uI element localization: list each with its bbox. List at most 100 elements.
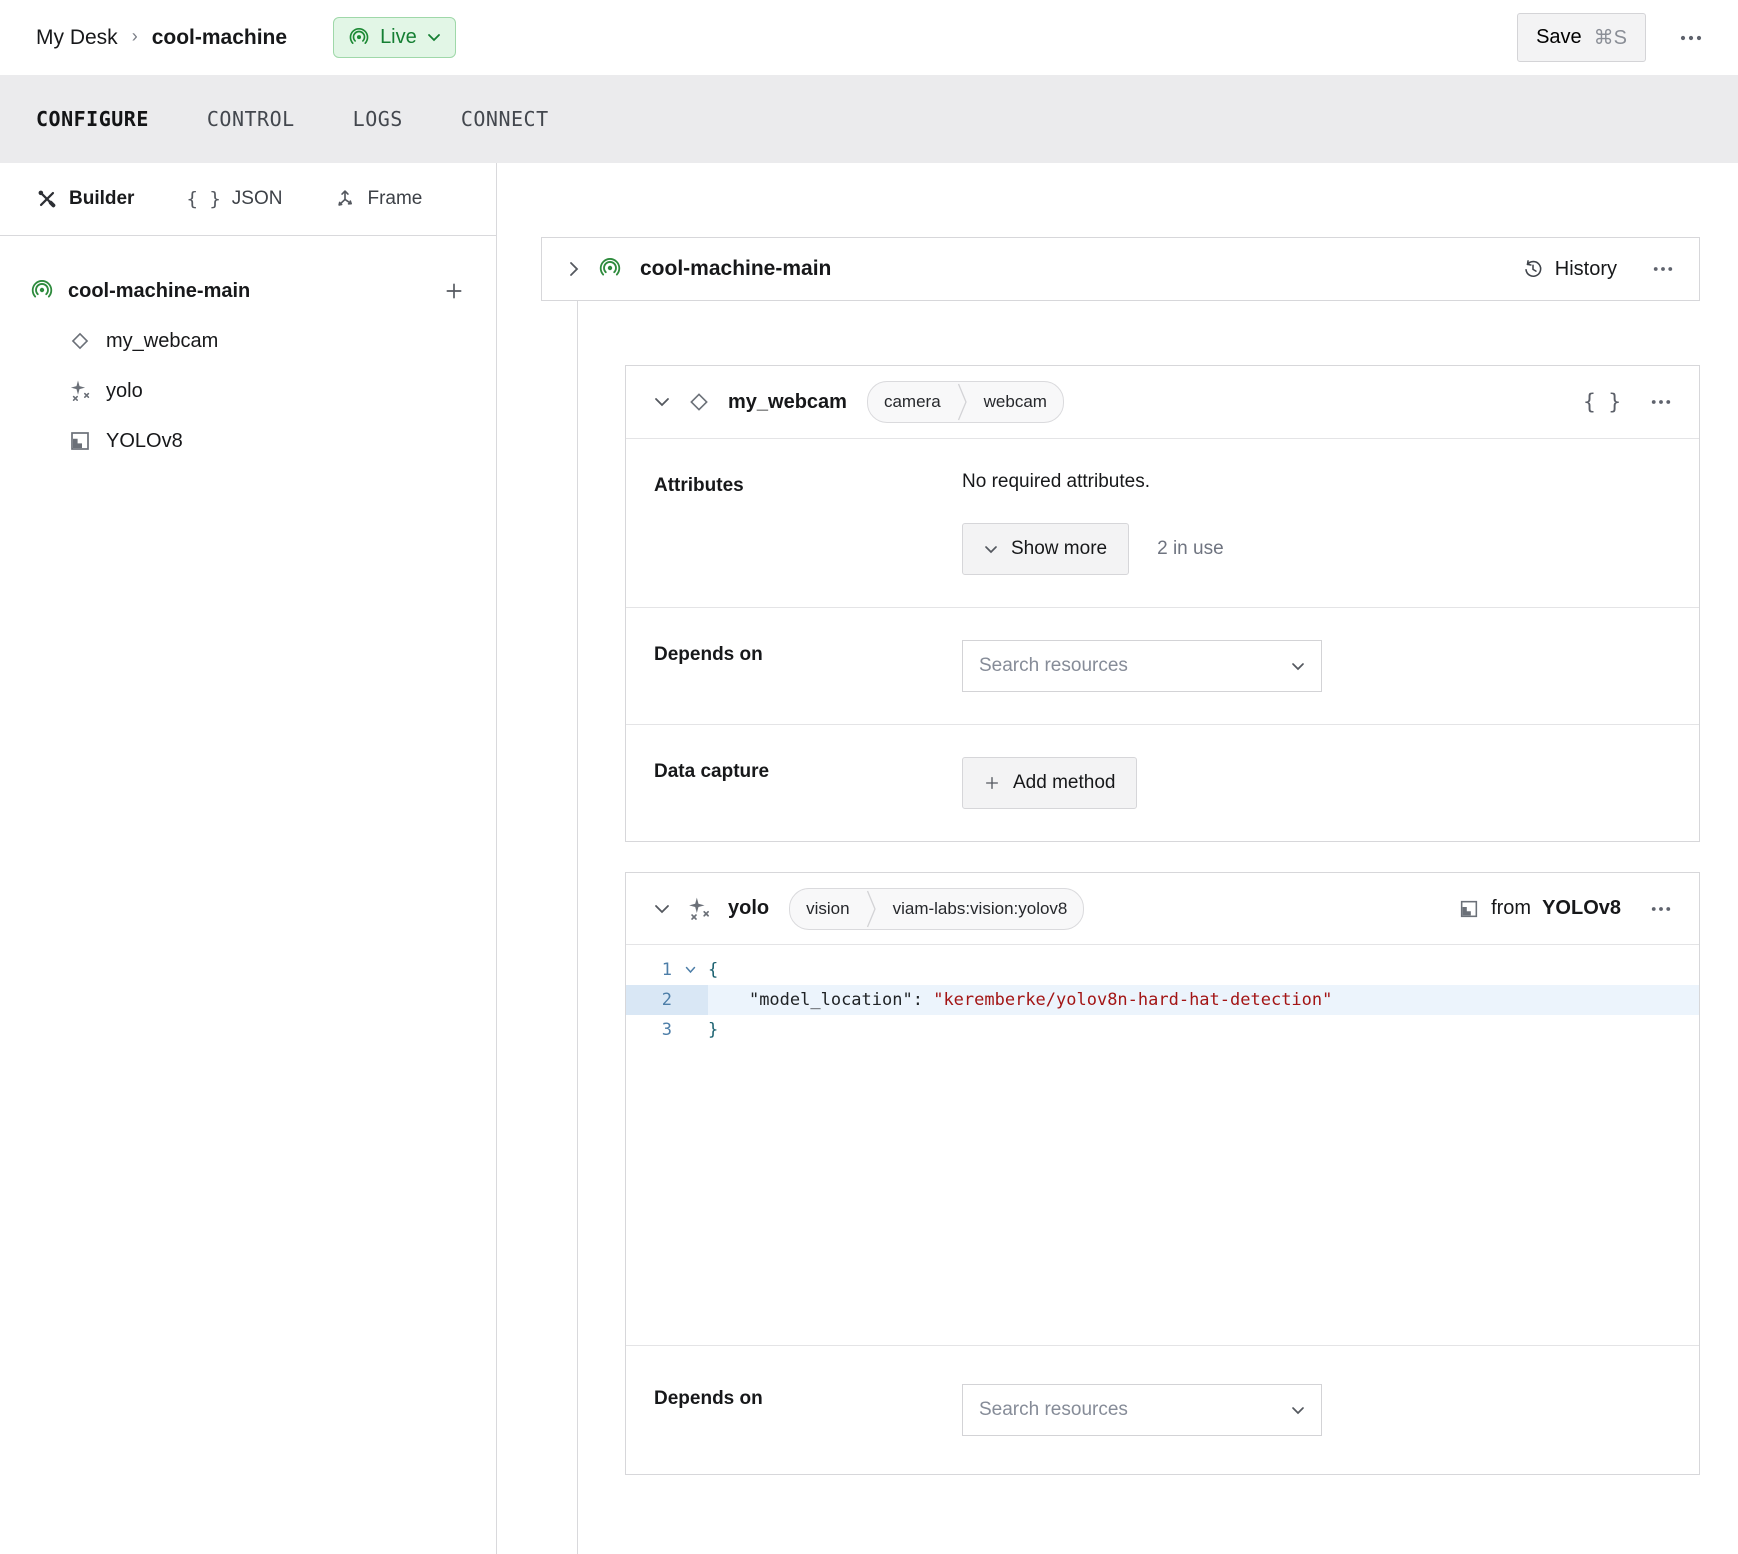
tree-item-yolo[interactable]: yolo [68, 366, 464, 416]
depends-on-label: Depends on [654, 1384, 962, 1410]
breadcrumb: My Desk › cool-machine [36, 26, 287, 50]
module-icon [1458, 898, 1480, 920]
attributes-empty-text: No required attributes. [962, 467, 1150, 492]
mode-builder[interactable]: Builder [36, 188, 134, 210]
badge-divider-chevron [866, 889, 877, 929]
tree-root-label: cool-machine-main [68, 280, 250, 303]
vision-sparkles-icon [686, 896, 712, 922]
configure-main-panel: cool-machine-main History [497, 163, 1738, 1554]
part-resources-group: my_webcam camera webcam { } [577, 301, 1700, 1554]
save-shortcut: ⌘S [1594, 25, 1627, 50]
depends-on-select[interactable]: Search resources [962, 1384, 1322, 1436]
line-number: 1 [626, 955, 672, 985]
breadcrumb-separator-icon: › [132, 26, 138, 47]
add-method-button[interactable]: Add method [962, 757, 1137, 809]
chevron-down-icon [654, 904, 670, 914]
code-text: { [708, 955, 1699, 985]
camera-component-icon [686, 389, 712, 415]
chevron-down-icon [427, 33, 441, 42]
code-text: } [708, 1015, 1699, 1045]
topbar-overflow-menu-button[interactable] [1680, 35, 1702, 41]
code-line-3: 3 } [626, 1015, 1699, 1045]
yolo-card-header: yolo vision viam-labs:vision:yolov8 [626, 873, 1699, 945]
broadcast-icon [598, 257, 622, 281]
depends-on-label: Depends on [654, 640, 962, 666]
configure-sidebar: Builder { } JSON Frame [0, 163, 497, 1554]
chevron-down-icon [1291, 1406, 1305, 1415]
collapse-card-button[interactable] [654, 904, 670, 914]
config-mode-bar: Builder { } JSON Frame [0, 163, 496, 236]
live-label: Live [380, 26, 417, 49]
from-module-label: from YOLOv8 [1458, 897, 1621, 920]
service-type-badge: vision viam-labs:vision:yolov8 [789, 888, 1084, 930]
ellipsis-icon [1653, 266, 1673, 272]
tree-item-machine-part[interactable]: cool-machine-main [30, 266, 464, 316]
from-module-name: YOLOv8 [1542, 897, 1621, 920]
attributes-label: Attributes [654, 471, 962, 497]
tree-item-yolov8-module[interactable]: YOLOv8 [68, 416, 464, 466]
history-clock-icon [1522, 258, 1544, 280]
tree-item-label: my_webcam [106, 330, 218, 353]
add-component-button[interactable] [444, 281, 464, 301]
top-bar: My Desk › cool-machine Live Save ⌘S [0, 0, 1738, 75]
tab-logs[interactable]: LOGS [353, 107, 403, 131]
breadcrumb-current: cool-machine [152, 26, 287, 50]
edit-json-button[interactable]: { } [1583, 390, 1621, 414]
tab-connect[interactable]: CONNECT [461, 107, 549, 131]
camera-component-icon [68, 329, 92, 353]
fold-toggle[interactable] [672, 955, 708, 985]
chevron-down-icon [654, 397, 670, 407]
broadcast-icon [30, 279, 54, 303]
component-card-my-webcam: my_webcam camera webcam { } [625, 365, 1700, 842]
broadcast-icon [348, 27, 370, 49]
tree-item-my-webcam[interactable]: my_webcam [68, 316, 464, 366]
collapse-part-button[interactable] [568, 260, 580, 278]
depends-on-section: Depends on Search resources [626, 607, 1699, 724]
part-title: cool-machine-main [640, 257, 831, 281]
tree-item-label: YOLOv8 [106, 430, 183, 453]
service-card-yolo: yolo vision viam-labs:vision:yolov8 [625, 872, 1700, 1475]
mode-builder-label: Builder [69, 188, 134, 210]
json-attributes-editor[interactable]: 1 { 2 "model_location": "keremberke [626, 945, 1699, 1345]
save-button[interactable]: Save ⌘S [1517, 13, 1646, 62]
history-button[interactable]: History [1522, 258, 1617, 281]
braces-icon: { } [186, 188, 220, 210]
card-overflow-menu-button[interactable] [1651, 906, 1671, 912]
card-overflow-menu-button[interactable] [1651, 399, 1671, 405]
breadcrumb-parent-link[interactable]: My Desk [36, 26, 118, 50]
show-more-button[interactable]: Show more [962, 523, 1129, 575]
service-name: yolo [728, 897, 769, 920]
depends-on-select[interactable]: Search resources [962, 640, 1322, 692]
ellipsis-icon [1680, 35, 1702, 41]
depends-on-section: Depends on Search resources [626, 1345, 1699, 1474]
live-status-dropdown[interactable]: Live [333, 17, 456, 58]
save-label: Save [1536, 26, 1582, 49]
tab-control[interactable]: CONTROL [207, 107, 295, 131]
data-capture-section: Data capture Add method [626, 724, 1699, 841]
component-name: my_webcam [728, 391, 847, 414]
module-icon [68, 429, 92, 453]
data-capture-label: Data capture [654, 757, 962, 783]
chevron-right-icon [568, 260, 580, 278]
ellipsis-icon [1651, 906, 1671, 912]
from-prefix: from [1491, 897, 1531, 920]
badge-type: camera [868, 382, 957, 422]
collapse-card-button[interactable] [654, 397, 670, 407]
tab-configure[interactable]: CONFIGURE [36, 107, 149, 131]
mode-frame[interactable]: Frame [334, 188, 422, 210]
code-text: "model_location": "keremberke/yolov8n-ha… [708, 985, 1699, 1015]
line-number: 2 [626, 985, 672, 1015]
part-overflow-menu-button[interactable] [1653, 266, 1673, 272]
mode-frame-label: Frame [367, 188, 422, 210]
code-line-2: 2 "model_location": "keremberke/yolov8n-… [626, 985, 1699, 1015]
badge-model: viam-labs:vision:yolov8 [877, 889, 1084, 929]
component-type-badge: camera webcam [867, 381, 1064, 423]
badge-type: vision [790, 889, 865, 929]
code-line-1: 1 { [626, 955, 1699, 985]
mode-json[interactable]: { } JSON [186, 188, 282, 210]
machine-tab-bar: CONFIGURE CONTROL LOGS CONNECT [0, 75, 1738, 163]
ellipsis-icon [1651, 399, 1671, 405]
component-tree: cool-machine-main my_webcam [0, 236, 496, 466]
depends-on-placeholder: Search resources [979, 1399, 1128, 1421]
add-method-label: Add method [1013, 772, 1115, 794]
